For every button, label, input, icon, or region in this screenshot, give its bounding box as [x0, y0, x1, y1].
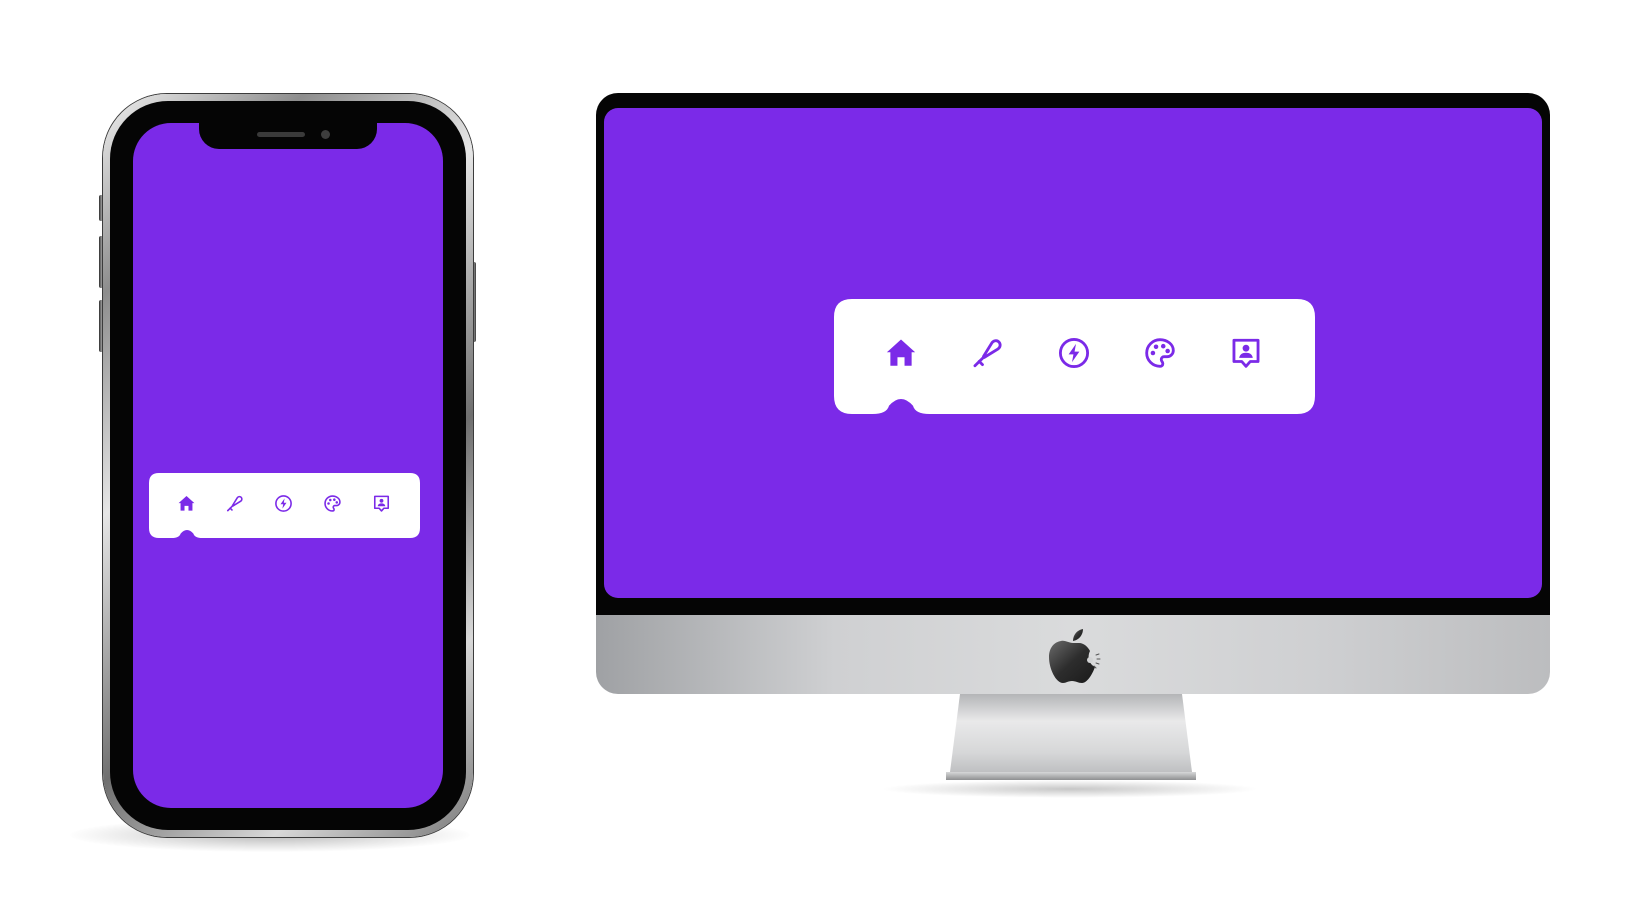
- phone-camera: [321, 130, 330, 139]
- monitor-bezel: Home Ice cream Flash Palette Contact: [596, 93, 1550, 615]
- popsicle-icon: [970, 336, 1004, 370]
- contact-card-icon: [372, 494, 391, 513]
- nav-item-ice-cream[interactable]: Ice cream: [218, 486, 252, 520]
- bottom-navbar: Home Ice cream Flash Palette Contact: [834, 299, 1315, 414]
- monitor-navbar-container: Home Ice cream Flash Palette Contact: [834, 299, 1315, 414]
- nav-item-palette[interactable]: Palette: [1129, 322, 1190, 383]
- bottom-navbar: Home Ice cream Flash Palette Contact: [149, 473, 420, 538]
- lightning-circle-icon: [274, 494, 293, 513]
- nav-item-home[interactable]: Home: [170, 486, 204, 520]
- nav-item-flash[interactable]: Flash: [267, 486, 301, 520]
- phone-frame: Home Ice cream Flash Palette Contact: [103, 94, 473, 837]
- lightning-circle-icon: [1057, 336, 1091, 370]
- palette-icon: [323, 494, 342, 513]
- phone-speaker: [257, 132, 305, 137]
- home-icon: [177, 494, 196, 513]
- phone-navbar-container: Home Ice cream Flash Palette Contact: [149, 473, 420, 538]
- nav-item-contact[interactable]: Contact: [365, 486, 399, 520]
- popsicle-icon: [225, 494, 244, 513]
- phone-screen: Home Ice cream Flash Palette Contact: [133, 123, 443, 808]
- nav-item-palette[interactable]: Palette: [316, 486, 350, 520]
- nav-item-contact[interactable]: Contact: [1215, 322, 1276, 383]
- palette-icon: [1143, 336, 1177, 370]
- device-mockup-stage: Home Ice cream Flash Palette Contact: [0, 0, 1640, 924]
- apple-logo-icon: [1045, 629, 1101, 687]
- phone-notch: [199, 123, 377, 149]
- phone-body: Home Ice cream Flash Palette Contact: [110, 101, 466, 830]
- monitor-stand: [906, 694, 1236, 784]
- monitor-screen: Home Ice cream Flash Palette Contact: [604, 108, 1542, 598]
- nav-item-home[interactable]: Home: [870, 322, 931, 383]
- nav-item-flash[interactable]: Flash: [1043, 322, 1104, 383]
- nav-item-ice-cream[interactable]: Ice cream: [956, 322, 1017, 383]
- contact-card-icon: [1229, 336, 1263, 370]
- monitor-chin: [596, 615, 1550, 694]
- home-icon: [884, 336, 918, 370]
